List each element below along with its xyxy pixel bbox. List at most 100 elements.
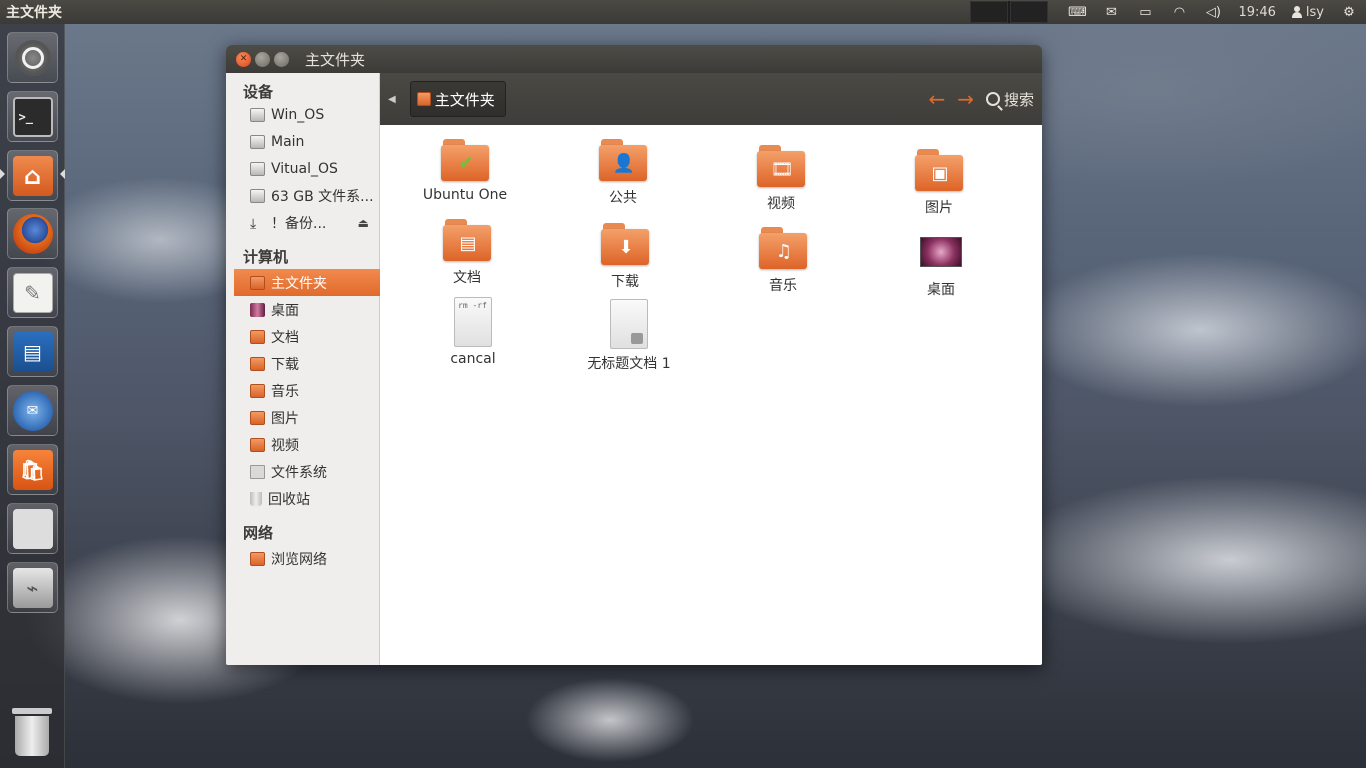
system-monitor-indicator[interactable] — [970, 1, 1049, 23]
computer-header: 计算机 — [243, 248, 289, 266]
file-item-pictures[interactable]: ▣ 图片 — [884, 147, 994, 217]
file-label: 无标题文档 1 — [587, 356, 671, 372]
download-drive-icon: ⤓ — [250, 215, 257, 232]
videos-folder-icon — [250, 437, 265, 452]
sidebar-item-main[interactable]: Main — [226, 128, 379, 155]
file-item-ubuntu-one[interactable]: ✔ Ubuntu One — [410, 137, 520, 203]
music-folder-icon: ♫ — [759, 225, 807, 271]
sidebar-item-vitual-os[interactable]: Vitual_OS — [226, 155, 379, 182]
sidebar-item-label: 下载 — [271, 356, 299, 373]
drive-icon — [250, 134, 265, 149]
path-button-home[interactable]: 主文件夹 — [409, 81, 506, 117]
sidebar-item-home[interactable]: 主文件夹 — [234, 269, 380, 296]
firefox-icon[interactable] — [7, 208, 58, 259]
filesystem-icon — [250, 464, 265, 479]
software-center-icon[interactable]: 🛍 — [7, 444, 58, 495]
gear-icon[interactable]: ⚙ — [1332, 5, 1366, 20]
file-item-videos[interactable]: 🎞 视频 — [726, 143, 836, 213]
user-name: lsy — [1305, 4, 1324, 20]
locked-document-icon — [610, 299, 648, 349]
usb-drive-icon[interactable]: ⌁ — [7, 562, 58, 613]
home-folder-icon — [250, 275, 265, 290]
path-scroll-left-icon[interactable]: ◀ — [388, 94, 396, 105]
file-item-music[interactable]: ♫ 音乐 — [728, 225, 838, 295]
file-item-public[interactable]: 👤 公共 — [568, 137, 678, 207]
drive-icon — [250, 161, 265, 176]
sidebar-item-pictures[interactable]: 图片 — [226, 404, 379, 431]
file-item-downloads[interactable]: ⬇ 下载 — [570, 221, 680, 291]
eject-icon[interactable]: ⏏ — [358, 216, 369, 230]
sidebar-item-backup[interactable]: ⤓ ！备份... ⏏ — [226, 209, 379, 236]
sidebar-item-label: 视频 — [271, 437, 299, 454]
sidebar-item-music[interactable]: 音乐 — [226, 377, 379, 404]
window-title: 主文件夹 — [305, 50, 366, 69]
sidebar-item-label: 63 GB 文件系... — [271, 188, 374, 205]
app-menu-title[interactable]: 主文件夹 — [0, 2, 62, 22]
sidebar-item-filesystem[interactable]: 文件系统 — [226, 458, 379, 485]
toolbar-actions: ← → 搜索 — [928, 87, 1042, 111]
keyboard-icon[interactable]: ⌨ — [1060, 5, 1094, 20]
sidebar-item-label: 浏览网络 — [271, 551, 327, 568]
user-icon — [1291, 6, 1302, 18]
sidebar-item-documents[interactable]: 文档 — [226, 323, 379, 350]
music-folder-icon — [250, 383, 265, 398]
file-label: 文档 — [453, 270, 481, 286]
toolbar: ◀ 主文件夹 ← → 搜索 — [380, 73, 1042, 125]
sidebar-item-label: 文档 — [271, 329, 299, 346]
script-file-icon: rm -rf — [454, 297, 492, 347]
file-item-documents[interactable]: ▤ 文档 — [412, 217, 522, 287]
maximize-icon[interactable] — [274, 51, 289, 67]
system-tray: ⌨ ✉ ▭ ◠ ◁) 19:46 lsy ⚙ — [970, 0, 1366, 24]
places-sidebar: 设备 Win_OS Main Vitual_OS 63 GB 文件系... ⤓ … — [226, 73, 380, 665]
file-item-desktop[interactable]: 桌面 — [886, 229, 996, 299]
pictures-folder-icon — [250, 410, 265, 425]
ubuntu-dash-icon[interactable] — [7, 32, 58, 83]
terminal-icon[interactable]: >_ — [7, 91, 58, 142]
sidebar-item-label: Vitual_OS — [271, 160, 338, 177]
sidebar-item-label: 音乐 — [271, 383, 299, 400]
running-indicator — [0, 169, 5, 179]
file-grid: ✔ Ubuntu One 👤 公共 🎞 视频 ▣ 图片 ▤ 文档 ⬇ 下载 ♫ … — [380, 125, 1042, 665]
battery-icon[interactable]: ▭ — [1128, 5, 1162, 20]
videos-folder-icon: 🎞 — [757, 143, 805, 189]
minimize-icon[interactable] — [255, 51, 270, 67]
libreoffice-writer-icon[interactable]: ▤ — [7, 326, 58, 377]
file-item-untitled-document[interactable]: 无标题文档 1 — [574, 299, 684, 373]
sidebar-item-label: 主文件夹 — [271, 275, 327, 292]
file-item-cancal[interactable]: rm -rf cancal — [418, 297, 528, 367]
user-menu[interactable]: lsy — [1284, 5, 1332, 20]
search-label: 搜索 — [1003, 90, 1034, 109]
file-label: 桌面 — [927, 282, 955, 298]
mail-icon[interactable]: ✉ — [1094, 5, 1128, 20]
main-pane: ◀ 主文件夹 ← → 搜索 ✔ Ubuntu One 👤 公共 🎞 视频 ▣ 图… — [380, 73, 1042, 665]
back-arrow-icon[interactable]: ← — [928, 87, 945, 111]
sidebar-item-win-os[interactable]: Win_OS — [226, 101, 379, 128]
close-icon[interactable]: ✕ — [236, 51, 251, 67]
documents-folder-icon — [250, 329, 265, 344]
workspace-switcher-icon[interactable] — [7, 503, 58, 554]
thunderbird-icon[interactable]: ✉ — [7, 385, 58, 436]
home-folder-icon[interactable]: ⌂ — [7, 150, 58, 201]
trash-icon[interactable] — [12, 708, 52, 756]
sidebar-item-label: 桌面 — [271, 302, 299, 319]
clock[interactable]: 19:46 — [1230, 5, 1283, 20]
focused-indicator — [60, 169, 65, 179]
wifi-icon[interactable]: ◠ — [1162, 5, 1196, 20]
sidebar-item-videos[interactable]: 视频 — [226, 431, 379, 458]
desktop-icon — [920, 237, 962, 267]
text-editor-icon[interactable]: ✎ — [7, 267, 58, 318]
forward-arrow-icon[interactable]: → — [957, 87, 974, 111]
volume-icon[interactable]: ◁) — [1196, 5, 1230, 20]
search-icon — [985, 92, 1000, 106]
network-folder-icon — [250, 551, 265, 566]
sidebar-item-downloads[interactable]: 下载 — [226, 350, 379, 377]
sidebar-item-desktop[interactable]: 桌面 — [226, 296, 379, 323]
drive-icon — [250, 188, 265, 203]
sidebar-item-trash[interactable]: 回收站 — [226, 485, 379, 512]
window-titlebar[interactable]: ✕ 主文件夹 — [226, 45, 1042, 73]
top-panel: 主文件夹 ⌨ ✉ ▭ ◠ ◁) 19:46 lsy ⚙ — [0, 0, 1366, 24]
search-button[interactable]: 搜索 — [985, 89, 1034, 110]
sidebar-item-browse-network[interactable]: 浏览网络 — [226, 545, 379, 572]
launcher: >_ ⌂ ✎ ▤ ✉ 🛍 ⌁ — [0, 24, 65, 768]
sidebar-item-63gb-filesystem[interactable]: 63 GB 文件系... — [226, 182, 379, 209]
